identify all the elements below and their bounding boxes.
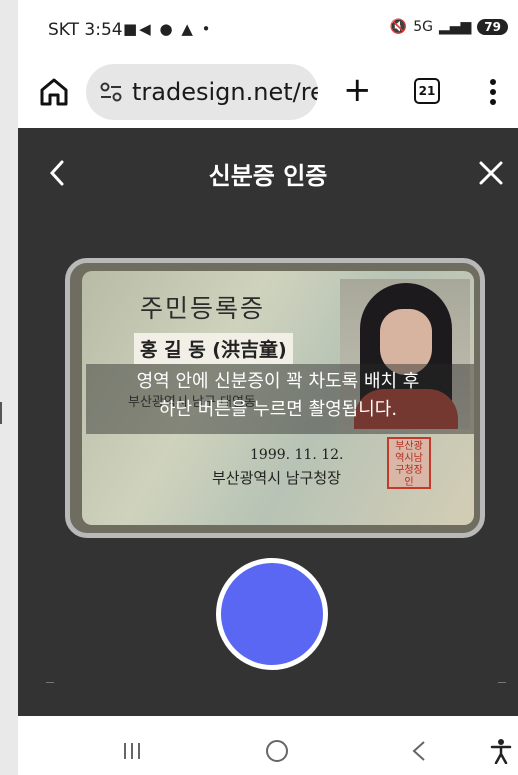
plus-icon: + bbox=[343, 70, 372, 110]
page-title: 신분증 인증 bbox=[208, 162, 328, 190]
recents-icon bbox=[124, 743, 140, 759]
id-card-name: 홍 길 동 (洪吉童) bbox=[134, 333, 293, 364]
close-button[interactable] bbox=[478, 160, 504, 186]
notification-icons: ■◀ ● ▲ • bbox=[123, 20, 213, 38]
network-type: 5G bbox=[413, 19, 433, 35]
divider-left bbox=[46, 682, 54, 683]
back-arrow-icon bbox=[412, 741, 425, 761]
id-card-issuer: 부산광역시 남구청장 bbox=[212, 469, 341, 487]
accessibility-icon bbox=[490, 739, 512, 765]
system-back-button[interactable] bbox=[412, 740, 426, 762]
signal-icon: ▂▄▆ bbox=[438, 19, 472, 35]
recents-button[interactable] bbox=[122, 742, 142, 760]
phone-screen: SKT 3:54 ■◀ ● ▲ • 🔇 5G ▂▄▆ 79 tradesign.… bbox=[18, 0, 518, 775]
id-card-title: 주민등록증 bbox=[140, 294, 266, 323]
guide-line-2: 하단 버튼을 누르면 촬영됩니다. bbox=[158, 399, 398, 420]
id-card-issue-date: 1999. 11. 12. bbox=[250, 447, 344, 463]
home-icon bbox=[40, 78, 68, 106]
site-settings-icon[interactable] bbox=[100, 82, 122, 102]
battery-indicator: 79 bbox=[477, 19, 508, 35]
system-nav-bar bbox=[18, 716, 518, 775]
official-seal: 부산광 역시남 구청장 인 bbox=[387, 437, 431, 489]
browser-home-button[interactable] bbox=[36, 74, 72, 110]
guide-text: 영역 안에 신분증이 꽉 차도록 배치 후 하단 버튼을 누르면 촬영됩니다. bbox=[78, 368, 478, 424]
system-icons: 🔇 5G ▂▄▆ 79 bbox=[390, 19, 508, 35]
close-icon bbox=[479, 161, 503, 185]
browser-toolbar: tradesign.net/re + 21 bbox=[18, 60, 518, 128]
more-vert-icon bbox=[490, 79, 496, 105]
address-bar[interactable]: tradesign.net/re bbox=[86, 64, 318, 120]
tab-switcher-button[interactable]: 21 bbox=[414, 78, 440, 104]
browser-menu-button[interactable] bbox=[488, 74, 498, 110]
divider-right bbox=[498, 682, 506, 683]
status-bar: SKT 3:54 ■◀ ● ▲ • 🔇 5G ▂▄▆ 79 bbox=[18, 0, 518, 60]
accessibility-button[interactable] bbox=[490, 738, 512, 765]
status-time: SKT 3:54 bbox=[48, 20, 123, 40]
guide-line-1: 영역 안에 신분증이 꽉 차도록 배치 후 bbox=[136, 371, 420, 392]
capture-button[interactable] bbox=[216, 558, 328, 670]
side-handle bbox=[0, 402, 2, 424]
url-text: tradesign.net/re bbox=[132, 78, 318, 106]
page-header: 신분증 인증 bbox=[18, 128, 518, 216]
new-tab-button[interactable]: + bbox=[343, 70, 372, 110]
mute-icon: 🔇 bbox=[389, 19, 408, 35]
system-home-button[interactable] bbox=[266, 740, 288, 762]
